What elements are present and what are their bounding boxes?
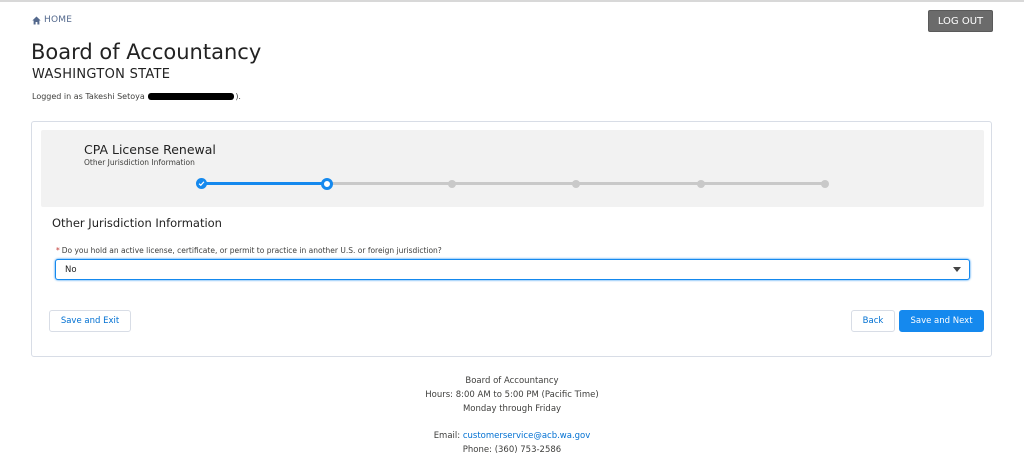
progress-step-6 — [821, 179, 829, 188]
progress-step-1 — [196, 178, 207, 189]
progress-fill — [201, 182, 327, 185]
required-marker: * — [56, 246, 60, 255]
footer-days: Monday through Friday — [462, 404, 562, 414]
logged-in-prefix: Logged in as Takeshi Setoya — [32, 92, 145, 101]
jurisdiction-select[interactable]: No — [55, 259, 970, 280]
footer-email-link[interactable]: customerservice@acb.wa.gov — [463, 431, 590, 441]
footer-hours: Hours: 8:00 AM to 5:00 PM (Pacific Time) — [425, 390, 599, 400]
page-title: Board of Accountancy — [31, 40, 262, 64]
wizard-title: CPA License Renewal — [84, 142, 216, 157]
page-subtitle: WASHINGTON STATE — [32, 67, 171, 82]
question-text: Do you hold an active license, certifica… — [61, 246, 442, 255]
footer-email-line: Email: customerservice@acb.wa.gov — [0, 429, 1024, 443]
footer-phone: Phone: (360) 753-2586 — [462, 445, 562, 455]
wizard-current-step: Other Jurisdiction Information — [84, 158, 195, 167]
jurisdiction-select-value: No — [65, 265, 77, 275]
section-title: Other Jurisdiction Information — [52, 216, 222, 230]
progress-step-4 — [572, 179, 580, 188]
footer-email-label: Email: — [433, 431, 461, 441]
progress-panel: CPA License Renewal Other Jurisdiction I… — [41, 130, 984, 207]
home-link[interactable]: HOME — [32, 15, 72, 25]
progress-step-5 — [697, 179, 705, 188]
redacted-email — [148, 93, 235, 100]
footer-org: Board of Accountancy — [465, 376, 559, 386]
back-button[interactable]: Back — [851, 310, 895, 332]
chevron-down-icon — [953, 267, 961, 272]
home-icon — [32, 16, 41, 24]
home-label: HOME — [44, 15, 73, 25]
progress-step-2 — [321, 177, 333, 190]
logged-in-suffix: ). — [235, 92, 241, 101]
footer-spacer — [0, 416, 1024, 429]
progress-step-3 — [448, 179, 456, 188]
footer: Board of Accountancy Hours: 8:00 AM to 5… — [0, 374, 1024, 457]
save-and-exit-button[interactable]: Save and Exit — [49, 310, 131, 332]
save-and-next-button[interactable]: Save and Next — [899, 310, 984, 332]
renewal-card: CPA License Renewal Other Jurisdiction I… — [31, 121, 992, 357]
check-icon — [198, 181, 205, 187]
logged-in-info: Logged in as Takeshi Setoya ). — [32, 92, 241, 101]
question-label: * Do you hold an active license, certific… — [56, 246, 442, 255]
logout-button[interactable]: LOG OUT — [928, 10, 993, 32]
